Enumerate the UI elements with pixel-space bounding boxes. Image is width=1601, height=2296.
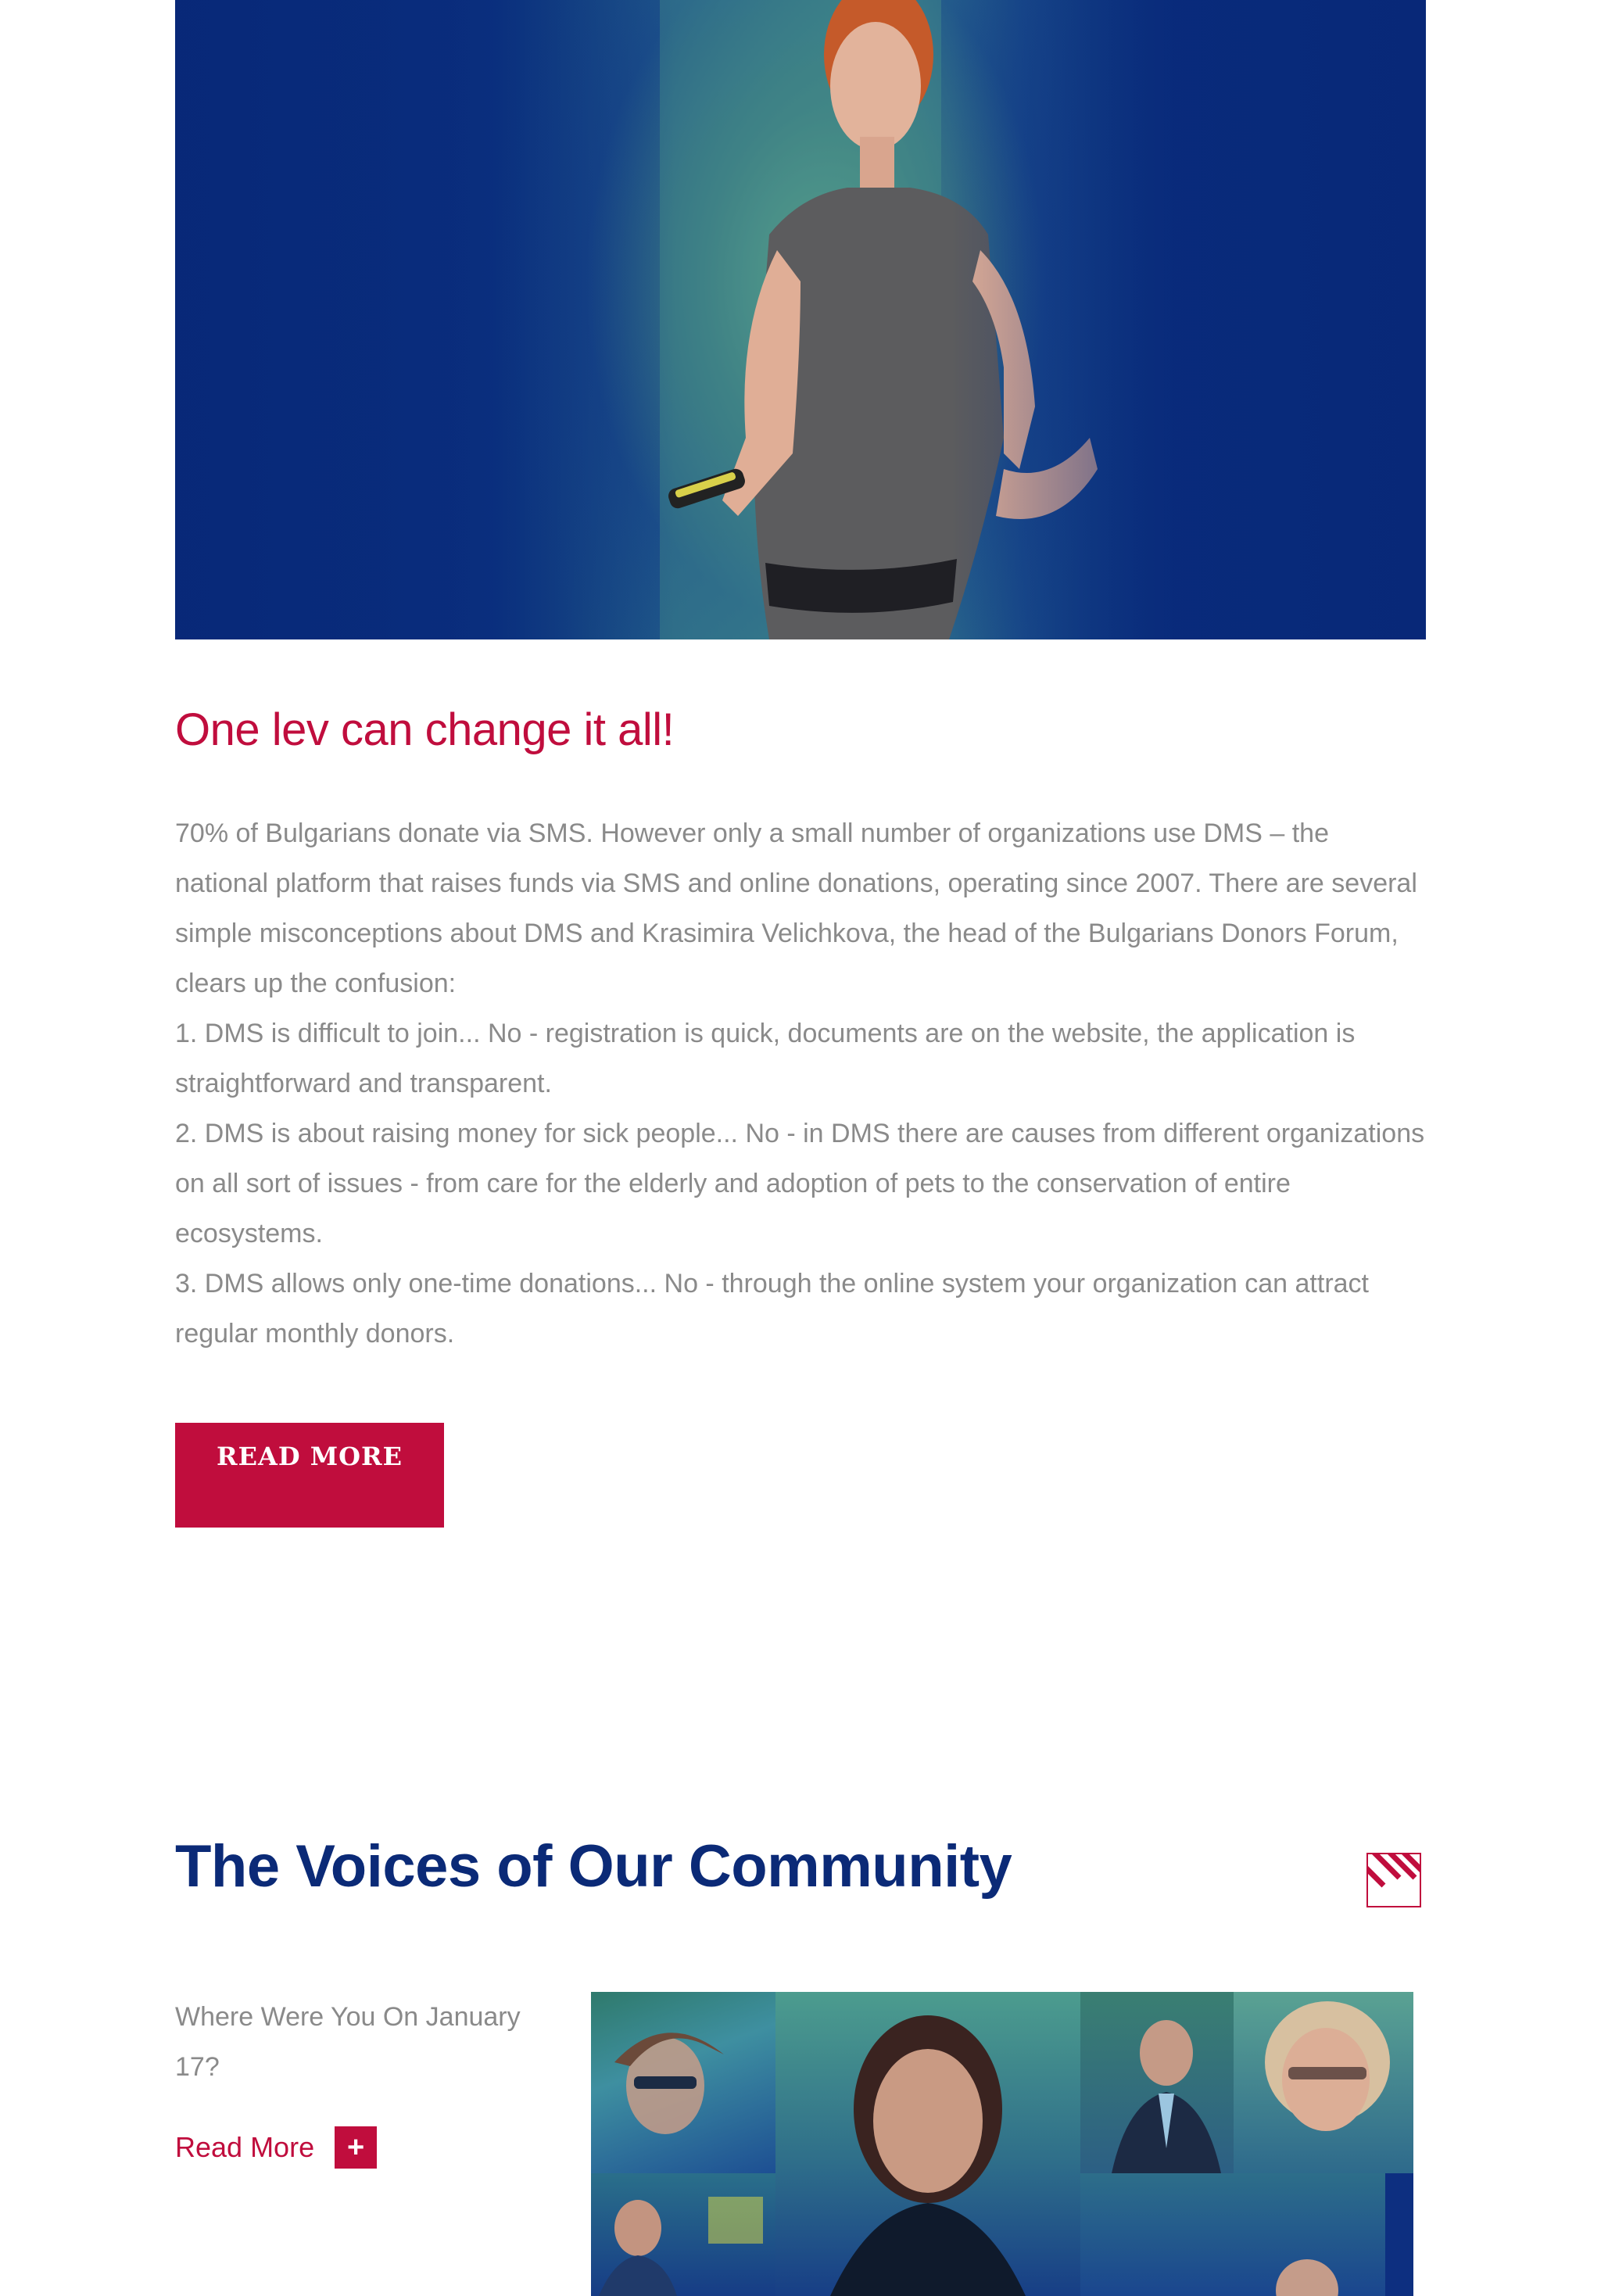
community-collage-image[interactable] (591, 1992, 1413, 2296)
page: One lev can change it all! 70% of Bulgar… (0, 0, 1601, 2296)
article-title: One lev can change it all! (175, 704, 675, 755)
diagonal-stripes-icon (1366, 1853, 1421, 1907)
collage-tile (1080, 2173, 1413, 2296)
collage-tile (1234, 1992, 1413, 2173)
collage-tile (1080, 1992, 1234, 2173)
community-item-text: Where Were You On January 17? (175, 2002, 521, 2082)
community-read-more-link[interactable]: Read More + (175, 2126, 378, 2169)
section-title: The Voices of Our Community (175, 1833, 1012, 1900)
article-body: 70% of Bulgarians donate via SMS. Howeve… (175, 808, 1426, 1359)
community-read-more-label[interactable]: Read More (175, 2131, 314, 2164)
collage-tile (591, 2173, 775, 2296)
article-paragraph: 3. DMS allows only one-time donations...… (175, 1269, 1369, 1349)
plus-icon[interactable]: + (335, 2126, 378, 2169)
collage-tile (775, 1992, 1080, 2296)
collage-tile (591, 1992, 775, 2173)
read-more-button[interactable]: READ MORE (175, 1423, 444, 1528)
article-paragraph: 1. DMS is difficult to join... No - regi… (175, 1019, 1356, 1098)
article-paragraph: 2. DMS is about raising money for sick p… (175, 1119, 1425, 1248)
article-paragraph: 70% of Bulgarians donate via SMS. Howeve… (175, 818, 1417, 998)
hero-image (175, 0, 1426, 639)
